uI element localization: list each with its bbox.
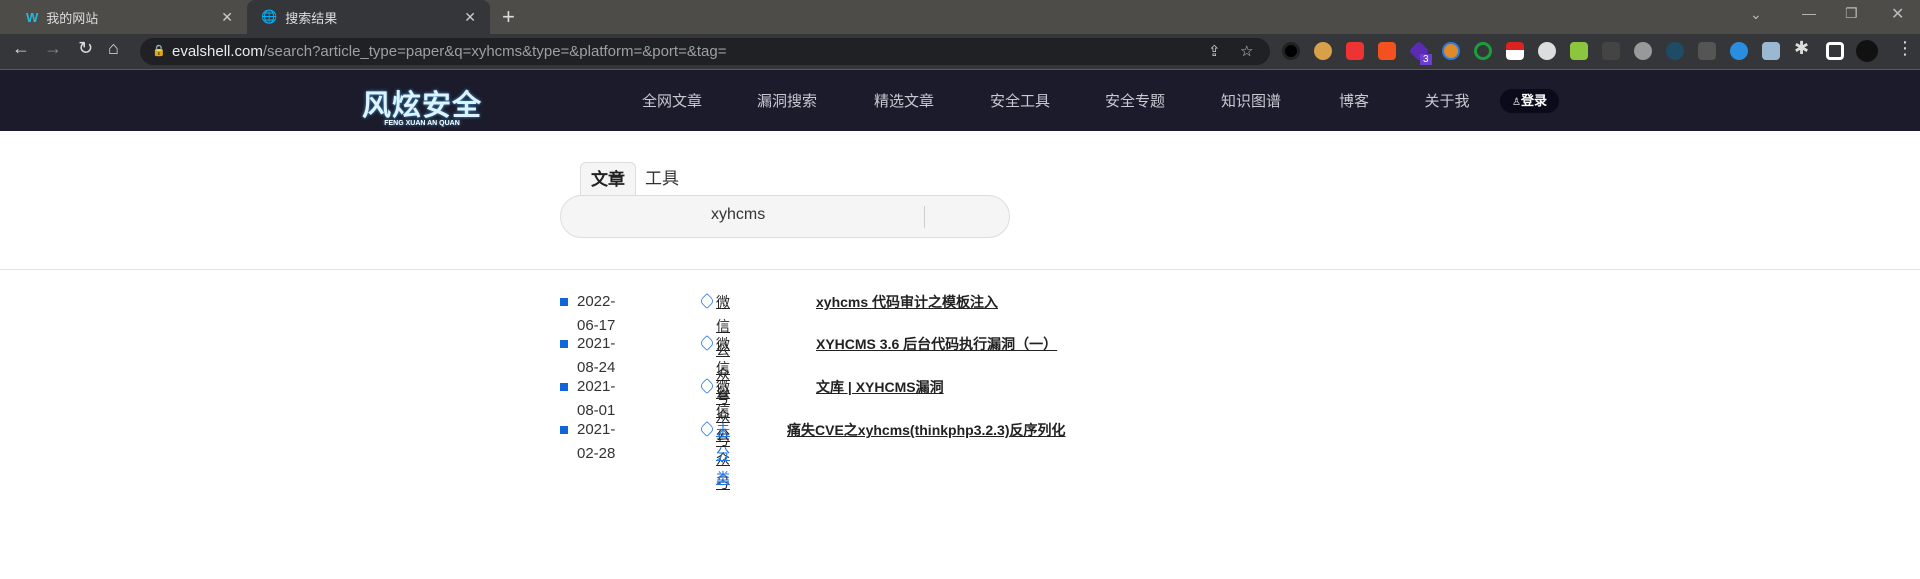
tab-search-icon[interactable]: ⌄ xyxy=(1750,6,1762,23)
ip-extension-icon[interactable] xyxy=(1538,42,1556,60)
extension-icon[interactable] xyxy=(1698,42,1716,60)
percent-extension-icon[interactable] xyxy=(1378,42,1396,60)
result-title-link[interactable]: xyhcms 代码审计之模板注入 xyxy=(816,290,998,314)
result-date: 2022-06-17 xyxy=(577,293,616,334)
bullet xyxy=(560,383,568,391)
restore-icon[interactable]: ❐ xyxy=(1845,5,1858,22)
result-date: 2021-08-01 xyxy=(577,378,616,419)
extension-icon[interactable] xyxy=(1442,42,1460,60)
nav-knowledge-graph[interactable]: 知识图谱 xyxy=(1221,90,1281,111)
nav-vuln-search[interactable]: 漏洞搜索 xyxy=(757,90,817,111)
nav-featured[interactable]: 精选文章 xyxy=(874,90,934,111)
browser-tab-my-site[interactable]: W 我的网站 ✕ xyxy=(12,0,247,34)
login-button[interactable]: ♙登录 xyxy=(1500,89,1559,113)
address-bar[interactable]: 🔒 evalshell.com/search?article_type=pape… xyxy=(140,38,1270,65)
profile-avatar-icon[interactable] xyxy=(1856,40,1878,62)
tab-title: 我的网站 xyxy=(46,10,99,26)
browser-tab-search-results[interactable]: 🌐 搜索结果 ✕ xyxy=(247,0,490,34)
nav-security-tools[interactable]: 安全工具 xyxy=(990,90,1050,111)
search-divider xyxy=(924,206,925,228)
result-title-link[interactable]: 文库 | XYHCMS漏洞 xyxy=(816,375,944,399)
menu-kebab-icon[interactable]: ⋮ xyxy=(1896,38,1914,59)
tab-title: 搜索结果 xyxy=(285,10,338,26)
reload-icon[interactable]: ↻ xyxy=(78,38,93,59)
extension-icon[interactable] xyxy=(1474,42,1492,60)
site-logo[interactable]: 风炫安全 FENG XUAN AN QUAN xyxy=(362,82,482,127)
extension-icon[interactable] xyxy=(1730,42,1748,60)
new-tab-button[interactable]: + xyxy=(502,4,515,30)
share-icon[interactable]: ⇪ xyxy=(1208,38,1221,65)
bullet xyxy=(560,426,568,434)
browser-tab-bar: W 我的网站 ✕ 🌐 搜索结果 ✕ + ⌄ — ❐ ✕ xyxy=(0,0,1920,34)
divider xyxy=(0,269,1920,270)
extension-icon[interactable] xyxy=(1282,42,1300,60)
site-favicon-icon: W xyxy=(26,9,39,25)
site-navbar: 风炫安全 FENG XUAN AN QUAN 全网文章 漏洞搜索 精选文章 安全工… xyxy=(0,70,1920,131)
nav-all-articles[interactable]: 全网文章 xyxy=(642,90,702,111)
lock-icon: 🔒 xyxy=(152,45,166,57)
extensions-puzzle-icon[interactable]: ✱ xyxy=(1794,38,1809,59)
extension-icon[interactable] xyxy=(1762,42,1780,60)
logo-text: 风炫安全 xyxy=(362,90,483,122)
extension-badge: 3 xyxy=(1420,54,1432,65)
result-tag-link[interactable]: 未分类 xyxy=(716,418,730,490)
tag-icon xyxy=(699,335,715,351)
forward-icon[interactable]: → xyxy=(44,38,62,59)
close-window-icon[interactable]: ✕ xyxy=(1891,4,1904,24)
dice-extension-icon[interactable] xyxy=(1346,42,1364,60)
nav-about[interactable]: 关于我 xyxy=(1424,90,1469,111)
extension-icon[interactable] xyxy=(1506,42,1524,60)
cookie-extension-icon[interactable] xyxy=(1314,42,1332,60)
result-title-link[interactable]: 痛失CVE之xyhcms(thinkphp3.2.3)反序列化 xyxy=(787,418,1066,442)
sql-extension-icon[interactable] xyxy=(1634,42,1652,60)
search-box xyxy=(560,195,1010,238)
url-path: /search?article_type=paper&q=xyhcms&type… xyxy=(262,43,727,60)
back-icon[interactable]: ← xyxy=(12,38,30,59)
result-date: 2021-02-28 xyxy=(577,421,616,462)
qr-extension-icon[interactable] xyxy=(1570,42,1588,60)
url-host: evalshell.com xyxy=(172,43,263,60)
tab-articles[interactable]: 文章 xyxy=(580,162,636,196)
user-icon: ♙ xyxy=(1512,97,1521,108)
extension-icon[interactable] xyxy=(1602,42,1620,60)
home-icon[interactable]: ⌂ xyxy=(108,38,119,59)
minimize-icon[interactable]: — xyxy=(1802,5,1816,21)
login-label: 登录 xyxy=(1520,93,1547,108)
bullet xyxy=(560,298,568,306)
close-tab-icon[interactable]: ✕ xyxy=(464,9,476,26)
browser-toolbar: ← → ↻ ⌂ 🔒 evalshell.com/search?article_t… xyxy=(0,34,1920,70)
side-panel-icon[interactable] xyxy=(1826,42,1844,60)
close-tab-icon[interactable]: ✕ xyxy=(221,9,233,26)
nav-security-topics[interactable]: 安全专题 xyxy=(1105,90,1165,111)
search-input[interactable] xyxy=(711,206,911,224)
result-date: 2021-08-24 xyxy=(577,335,616,376)
tag-icon xyxy=(699,378,715,394)
bullet xyxy=(560,340,568,348)
tag-icon xyxy=(699,293,715,309)
nav-blog[interactable]: 博客 xyxy=(1339,90,1369,111)
tag-icon xyxy=(699,421,715,437)
result-title-link[interactable]: XYHCMS 3.6 后台代码执行漏洞（一） xyxy=(816,332,1057,356)
bookmark-star-icon[interactable]: ☆ xyxy=(1240,38,1253,65)
tab-tools[interactable]: 工具 xyxy=(635,162,689,196)
globe-icon: 🌐 xyxy=(261,9,278,24)
extension-icon[interactable] xyxy=(1666,42,1684,60)
